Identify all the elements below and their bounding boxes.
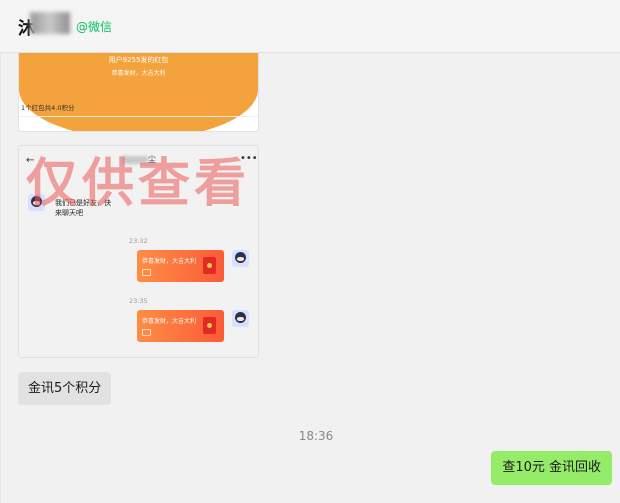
mini-redpacket-text: 恭喜发财，大吉大利: [142, 258, 197, 265]
redpacket-summary: 1个红包共4.0积分: [21, 104, 75, 112]
mini-timestamp: 23:32: [129, 237, 148, 245]
mini-redpacket-text: 恭喜发财，大吉大利: [142, 318, 197, 325]
message-timestamp: 18:36: [298, 429, 334, 443]
view-only-watermark: 仅供查看: [26, 154, 251, 214]
left-panel-border: [0, 0, 1, 503]
mini-timestamp: 23:35: [129, 297, 148, 305]
wechat-source-tag: @微信: [76, 18, 112, 35]
redpacket-greeting: 恭喜发财，大吉大利: [111, 70, 166, 77]
avatar: [232, 250, 249, 267]
avatar: [232, 310, 249, 327]
redpacket-detail-image[interactable]: 用户9255发的红包 恭喜发财，大吉大利 1个红包共4.0积分: [18, 53, 259, 132]
outgoing-message-bubble[interactable]: 查10元 金讯回收: [491, 451, 612, 485]
red-envelope-icon: [203, 317, 216, 334]
redpacket-mark-icon: [142, 269, 151, 276]
card-divider: [19, 116, 258, 117]
redpacket-sender: 用户9255发的红包: [108, 56, 169, 64]
redpacket-mark-icon: [142, 329, 151, 336]
mini-redpacket: 恭喜发财，大吉大利: [137, 250, 224, 282]
chat-header: 沐 @微信: [0, 0, 620, 53]
mini-redpacket: 恭喜发财，大吉大利: [137, 310, 224, 342]
wechat-tag-label: @微信: [76, 20, 113, 34]
red-envelope-icon: [203, 257, 216, 274]
incoming-message-bubble[interactable]: 金讯5个积分: [18, 372, 112, 405]
name-mosaic: [30, 12, 70, 34]
